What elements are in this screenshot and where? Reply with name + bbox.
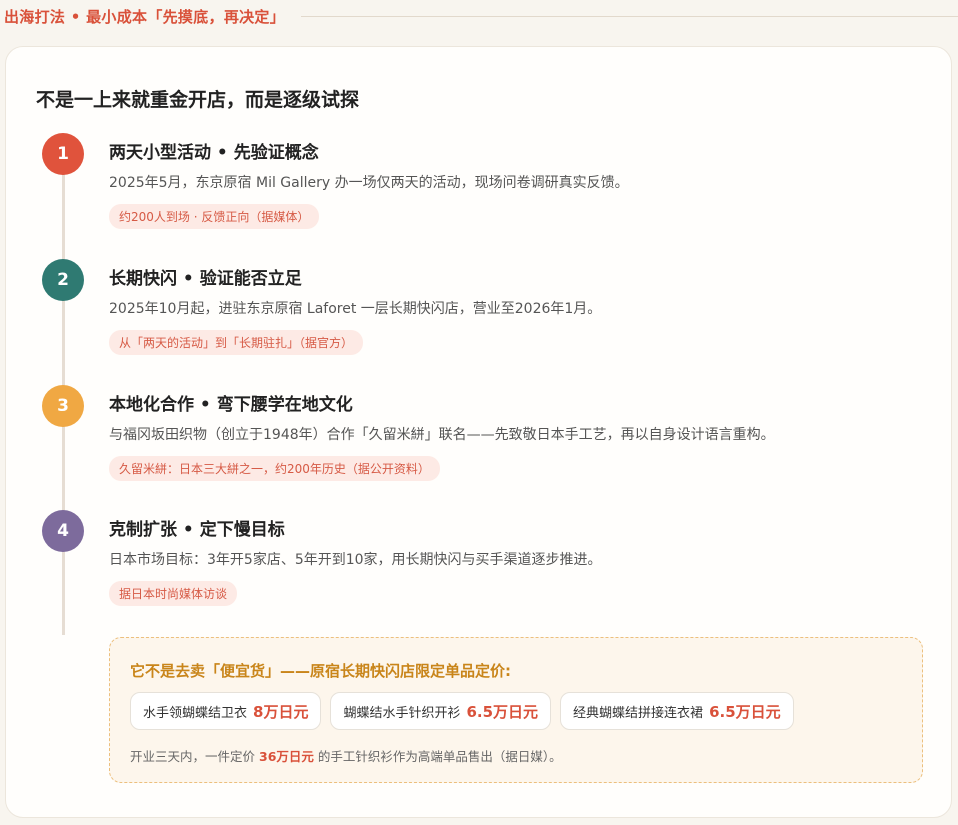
- section-title: 出海打法 • 最小成本「先摸底，再决定」: [4, 7, 286, 26]
- price-item-list: 水手领蝴蝶结卫衣 8万日元 蝴蝶结水手针织开衫 6.5万日元 经典蝴蝶结拼接连衣…: [130, 692, 794, 730]
- strategy-card: 不是一上来就重金开店，而是逐级试探 1 两天小型活动 • 先验证概念 2025年…: [5, 46, 952, 818]
- price-item-name: 蝴蝶结水手针织开衫: [343, 705, 461, 721]
- step-number-badge: 1: [42, 133, 84, 175]
- price-item-name: 水手领蝴蝶结卫衣: [143, 705, 248, 721]
- pricing-note: 开业三天内，一件定价 36万日元 的手工针织衫作为高端单品售出（据日媒）。: [130, 746, 562, 765]
- pricing-title: 它不是去卖「便宜货」——原宿长期快闪店限定单品定价:: [130, 662, 512, 680]
- price-item-value: 8万日元: [253, 702, 309, 721]
- step-number-badge: 4: [42, 510, 84, 552]
- price-item: 经典蝴蝶结拼接连衣裙 6.5万日元: [560, 692, 794, 730]
- step-description: 2025年5月，东京原宿 Mil Gallery 办一场仅两天的活动，现场问卷调…: [109, 175, 629, 191]
- step-source-tag: 从「两天的活动」到「长期驻扎」（据官方）: [109, 330, 364, 355]
- step-source-tag: 约200人到场 · 反馈正向（据媒体）: [109, 204, 320, 229]
- step-title: 两天小型活动 • 先验证概念: [109, 143, 319, 163]
- step-source-tag: 据日本时尚媒体访谈: [109, 581, 238, 606]
- price-item-name: 经典蝴蝶结拼接连衣裙: [573, 705, 704, 721]
- price-item: 蝴蝶结水手针织开衫 6.5万日元: [330, 692, 552, 730]
- step-number-badge: 2: [42, 259, 84, 301]
- step-source-tag: 久留米絣：日本三大絣之一，约200年历史（据公开资料）: [109, 456, 440, 481]
- price-item-value: 6.5万日元: [709, 702, 781, 721]
- card-title: 不是一上来就重金开店，而是逐级试探: [36, 89, 360, 111]
- price-item-value: 6.5万日元: [466, 702, 539, 721]
- step-description: 与福冈坂田织物（创立于1948年）合作「久留米絣」联名——先致敬日本手工艺，再以…: [109, 427, 775, 443]
- price-item: 水手领蝴蝶结卫衣 8万日元: [130, 692, 322, 730]
- step-title: 本地化合作 • 弯下腰学在地文化: [109, 395, 353, 415]
- header-divider: [301, 15, 958, 17]
- pricing-callout: 它不是去卖「便宜货」——原宿长期快闪店限定单品定价: 水手领蝴蝶结卫衣 8万日元…: [109, 637, 923, 783]
- step-number-badge: 3: [42, 385, 84, 427]
- step-title: 克制扩张 • 定下慢目标: [109, 520, 285, 540]
- pricing-note-suffix: 的手工针织衫作为高端单品售出（据日媒）。: [317, 749, 562, 764]
- step-description: 2025年10月起，进驻东京原宿 Laforet 一层长期快闪店，营业至2026…: [109, 301, 602, 317]
- pricing-note-prefix: 开业三天内，一件定价: [130, 749, 256, 764]
- step-description: 日本市场目标：3年开5家店、5年开到10家，用长期快闪与买手渠道逐步推进。: [109, 552, 602, 568]
- section-header: 出海打法 • 最小成本「先摸底，再决定」: [4, 5, 958, 27]
- step-title: 长期快闪 • 验证能否立足: [109, 269, 302, 289]
- pricing-note-highlight: 36万日元: [259, 749, 314, 764]
